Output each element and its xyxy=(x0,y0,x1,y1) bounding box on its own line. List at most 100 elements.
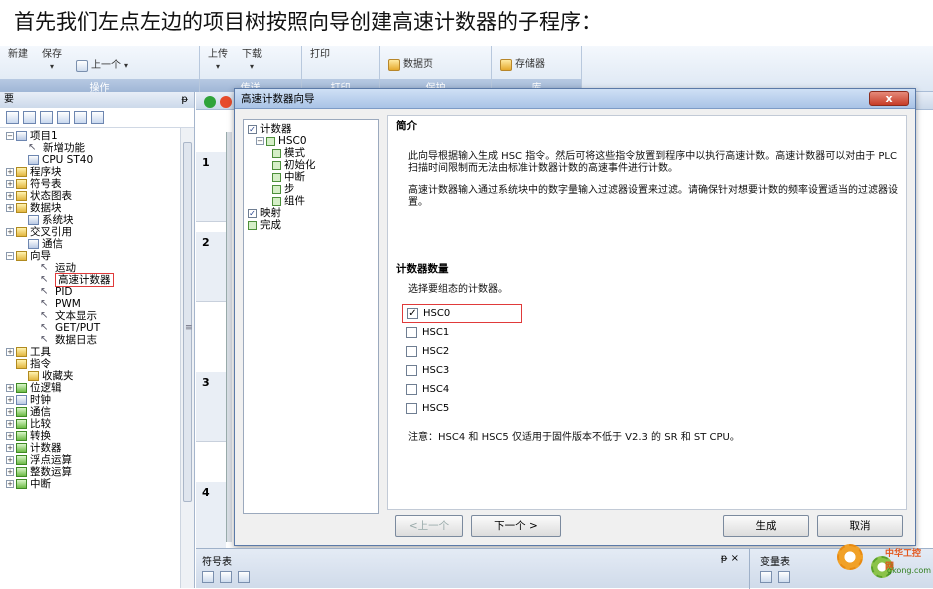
expand-toggle-icon[interactable]: + xyxy=(6,480,14,488)
expand-toggle-icon[interactable]: + xyxy=(6,204,14,212)
pane-pin-close-icon[interactable]: ᵽ × xyxy=(721,553,739,564)
expand-toggle-icon[interactable]: + xyxy=(6,384,14,392)
download-button[interactable]: 下载 ▾ xyxy=(242,49,262,75)
tree-item[interactable]: + 中断 xyxy=(6,478,194,490)
table-tool-icon[interactable] xyxy=(202,571,214,583)
tree-item[interactable]: − 向导 xyxy=(6,250,194,262)
counter-checkbox-hsc2[interactable]: HSC2 xyxy=(406,342,898,361)
tree-item[interactable]: + 比较 xyxy=(6,418,194,430)
checkbox[interactable] xyxy=(406,384,417,395)
expand-toggle-icon[interactable]: − xyxy=(6,132,14,140)
close-button[interactable]: x xyxy=(869,91,909,106)
expand-toggle-icon[interactable]: + xyxy=(6,168,14,176)
tree-item[interactable]: + 符号表 xyxy=(6,178,194,190)
run-icon[interactable] xyxy=(204,96,216,108)
wizard-nav-item[interactable]: ✓ 计数器 xyxy=(248,123,378,135)
table-tool-icon[interactable] xyxy=(220,571,232,583)
tree-item[interactable]: ↖ PWM xyxy=(6,298,194,310)
tree-item[interactable]: CPU ST40 xyxy=(6,154,194,166)
pin-icon[interactable]: ᵽ xyxy=(181,92,188,108)
counter-checkbox-hsc1[interactable]: HSC1 xyxy=(406,323,898,342)
checkbox[interactable] xyxy=(406,327,417,338)
expand-toggle-icon[interactable]: + xyxy=(6,192,14,200)
tree-tool-icon[interactable] xyxy=(6,111,19,124)
wizard-nav-item[interactable]: 步 xyxy=(248,183,378,195)
checkbox[interactable] xyxy=(406,346,417,357)
tree-item[interactable]: + 数据块 xyxy=(6,202,194,214)
table-tool-icon[interactable] xyxy=(778,571,790,583)
expand-toggle-icon[interactable]: + xyxy=(6,456,14,464)
counter-checkbox-hsc0[interactable]: ✓ HSC0 xyxy=(402,304,522,323)
wizard-nav-item[interactable]: − HSC0 xyxy=(248,135,378,147)
tree-item[interactable]: ↖ 文本显示 xyxy=(6,310,194,322)
expand-toggle-icon[interactable]: + xyxy=(6,420,14,428)
expand-toggle-icon[interactable]: + xyxy=(6,408,14,416)
tree-item[interactable]: 指令 xyxy=(6,358,194,370)
counter-checkbox-hsc3[interactable]: HSC3 xyxy=(406,361,898,380)
new-button[interactable]: 新建 xyxy=(8,49,28,75)
print-button[interactable]: 打印 xyxy=(310,49,330,75)
wizard-nav-item[interactable]: ✓ 映射 xyxy=(248,207,378,219)
expand-toggle-icon[interactable]: + xyxy=(6,348,14,356)
checkbox[interactable] xyxy=(406,403,417,414)
previous-button[interactable]: 上一个 ▾ xyxy=(76,57,128,75)
scrollbar-thumb[interactable] xyxy=(183,142,192,502)
tree-item[interactable]: + 计数器 xyxy=(6,442,194,454)
cancel-button[interactable]: 取消 xyxy=(817,515,903,537)
expand-toggle-icon[interactable]: − xyxy=(6,252,14,260)
tree-item[interactable]: ↖ 数据日志 xyxy=(6,334,194,346)
tree-item[interactable]: 系统块 xyxy=(6,214,194,226)
tree-tool-icon[interactable] xyxy=(40,111,53,124)
tree-item[interactable]: + 位逻辑 xyxy=(6,382,194,394)
tree-item[interactable]: + 状态图表 xyxy=(6,190,194,202)
ribbon-group-library: 存储器 库 xyxy=(492,46,582,94)
checkbox[interactable] xyxy=(406,365,417,376)
wizard-nav-item[interactable]: 初始化 xyxy=(248,159,378,171)
expand-toggle-icon[interactable]: + xyxy=(6,444,14,452)
tree-item[interactable]: − 项目1 xyxy=(6,130,194,142)
table-tool-icon[interactable] xyxy=(238,571,250,583)
tree-item[interactable]: + 程序块 xyxy=(6,166,194,178)
stop-icon[interactable] xyxy=(220,96,232,108)
expand-toggle-icon[interactable]: + xyxy=(6,228,14,236)
network-number: 4 xyxy=(196,482,226,552)
previous-button[interactable]: <上一个 xyxy=(395,515,463,537)
tree-item[interactable]: + 交叉引用 xyxy=(6,226,194,238)
wizard-nav-item[interactable]: 模式 xyxy=(248,147,378,159)
tree-item[interactable]: + 转换 xyxy=(6,430,194,442)
wizard-nav-item[interactable]: 组件 xyxy=(248,195,378,207)
expand-toggle-icon[interactable]: + xyxy=(6,180,14,188)
tree-tool-icon[interactable] xyxy=(23,111,36,124)
tree-tool-icon[interactable] xyxy=(74,111,87,124)
tree-tool-icon[interactable] xyxy=(91,111,104,124)
save-button[interactable]: 保存 ▾ xyxy=(42,49,62,75)
tree-item[interactable]: 通信 xyxy=(6,238,194,250)
tree-scrollbar[interactable]: ≡ xyxy=(180,128,194,588)
counter-checkbox-hsc5[interactable]: HSC5 xyxy=(406,399,898,418)
tree-item[interactable]: + 通信 xyxy=(6,406,194,418)
tree-item[interactable]: + 工具 xyxy=(6,346,194,358)
counter-checkbox-hsc4[interactable]: HSC4 xyxy=(406,380,898,399)
tree-item[interactable]: ↖ 高速计数器 xyxy=(6,273,194,287)
memory-button[interactable]: 存储器 xyxy=(500,55,545,75)
tree-item[interactable]: ↖ PID xyxy=(6,286,194,298)
expand-toggle-icon[interactable]: + xyxy=(6,432,14,440)
checkbox[interactable]: ✓ xyxy=(407,308,418,319)
wizard-nav-item[interactable]: 中断 xyxy=(248,171,378,183)
table-tool-icon[interactable] xyxy=(760,571,772,583)
tree-item[interactable]: + 时钟 xyxy=(6,394,194,406)
tree-item[interactable]: + 浮点运算 xyxy=(6,454,194,466)
expand-toggle-icon[interactable]: + xyxy=(6,468,14,476)
expand-toggle-icon[interactable]: + xyxy=(6,396,14,404)
next-button[interactable]: 下一个 > xyxy=(471,515,561,537)
expand-toggle-icon[interactable]: − xyxy=(256,137,264,145)
tree-tool-icon[interactable] xyxy=(57,111,70,124)
wizard-nav-item[interactable]: 完成 xyxy=(248,219,378,231)
upload-button[interactable]: 上传 ▾ xyxy=(208,49,228,75)
tree-item[interactable]: + 整数运算 xyxy=(6,466,194,478)
generate-button[interactable]: 生成 xyxy=(723,515,809,537)
tree-item[interactable]: ↖ GET/PUT xyxy=(6,322,194,334)
tree-item[interactable]: ↖ 新增功能 xyxy=(6,142,194,154)
data-page-button[interactable]: 数据页 xyxy=(388,55,433,75)
tree-item[interactable]: 收藏夹 xyxy=(6,370,194,382)
